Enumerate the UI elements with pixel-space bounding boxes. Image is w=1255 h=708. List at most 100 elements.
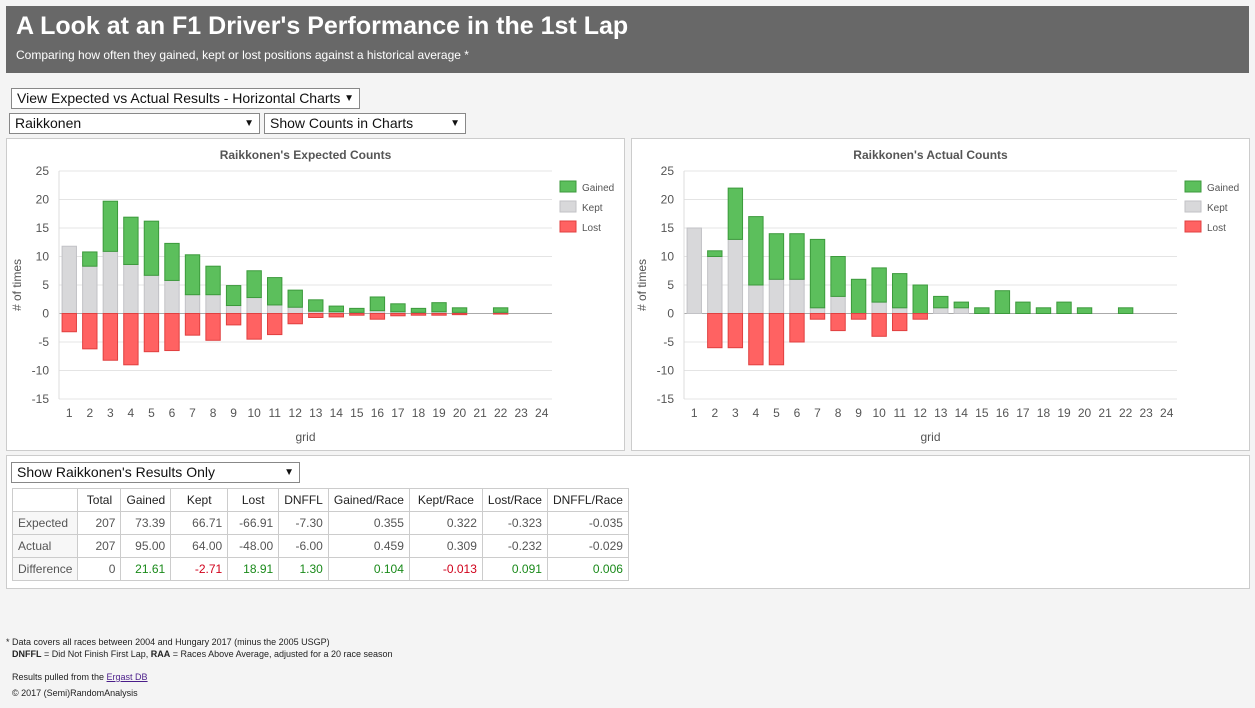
x-tick-label: 2 [711, 406, 718, 420]
bar-gained [809, 238, 826, 309]
x-tick-label: 17 [1016, 406, 1030, 420]
bar-lost [871, 313, 887, 337]
y-tick-label: 15 [661, 221, 675, 235]
table-cell: 0.091 [481, 557, 548, 581]
bar-gained [933, 295, 949, 309]
bar-lost [390, 313, 406, 317]
table-cell: -0.013 [408, 557, 483, 581]
table-cell: 0.104 [327, 557, 410, 581]
bar-gained [789, 233, 805, 280]
row-label: Difference [11, 557, 79, 581]
x-tick-label: 19 [1057, 406, 1071, 420]
bar-gained [451, 307, 468, 313]
bar-gained [727, 187, 744, 240]
row-label: Expected [11, 511, 79, 535]
y-tick-label: -10 [32, 364, 50, 378]
bar-kept [164, 279, 180, 315]
bar-kept [266, 304, 283, 314]
bar-lost [164, 313, 180, 352]
legend-label-lost: Lost [582, 223, 601, 234]
bar-lost [850, 313, 867, 320]
results-table: Total Gained Kept Lost DNFFL Gained/Race Kept/… [11, 488, 629, 581]
bar-lost [328, 313, 345, 318]
x-tick-label: 9 [855, 406, 862, 420]
bar-lost [123, 313, 139, 366]
table-cell: 0.309 [408, 534, 483, 558]
table-header-cell: Gained [120, 488, 172, 512]
table-header-cell: Kept [170, 488, 229, 512]
x-tick-label: 7 [189, 406, 196, 420]
bar-lost [266, 313, 283, 336]
driver-select[interactable]: Raikkonen ▼ [9, 113, 260, 134]
bar-gained [431, 302, 447, 313]
table-cell: -7.30 [278, 511, 329, 535]
table-header-cell: Kept/Race [408, 488, 483, 512]
bar-kept [768, 278, 785, 315]
table-cell: 95.00 [120, 534, 172, 558]
table-cell: -0.029 [546, 534, 629, 558]
legend-swatch-gained [1184, 180, 1202, 193]
x-tick-label: 17 [391, 406, 405, 420]
x-tick-label: 20 [1078, 406, 1092, 420]
bar-kept [789, 278, 805, 315]
table-cell: 18.91 [227, 557, 280, 581]
bar-gained [492, 307, 509, 313]
x-tick-label: 16 [996, 406, 1010, 420]
mode-select[interactable]: Show Counts in Charts ▼ [264, 113, 466, 134]
page-title: A Look at an F1 Driver's Performance in … [16, 12, 629, 40]
bar-lost [410, 313, 427, 316]
bar-gained [850, 278, 867, 315]
bar-lost [82, 313, 98, 350]
bar-gained [974, 307, 990, 315]
bar-kept [727, 238, 744, 314]
x-axis-label: grid [295, 430, 315, 444]
footnote-copyright: © 2017 (Semi)RandomAnalysis [12, 688, 138, 698]
table-row: Actual 207 95.00 64.00 -48.00 -6.00 0.459 0.309… [11, 534, 629, 558]
table-header-row: Total Gained Kept Lost DNFFL Gained/Race Kept/… [11, 488, 629, 512]
y-tick-label: 10 [36, 250, 50, 264]
bar-gained [1035, 307, 1052, 315]
results-select[interactable]: Show Raikkonen's Results Only ▼ [11, 462, 300, 483]
table-cell: 0.322 [408, 511, 483, 535]
x-tick-label: 21 [1098, 406, 1112, 420]
bar-lost [184, 313, 201, 336]
y-tick-label: -15 [32, 392, 50, 406]
ergast-db-link[interactable]: Ergast DB [107, 672, 148, 682]
view-select-value: View Expected vs Actual Results - Horizo… [17, 90, 341, 106]
mode-select-value: Show Counts in Charts [270, 115, 414, 131]
x-tick-label: 2 [86, 406, 93, 420]
bar-gained [1015, 301, 1031, 315]
x-tick-label: 5 [773, 406, 780, 420]
bar-lost [707, 313, 723, 349]
y-tick-label: -5 [38, 335, 49, 349]
x-tick-label: 13 [309, 406, 323, 420]
y-tick-label: 20 [36, 193, 50, 207]
bar-lost [451, 313, 468, 316]
bar-gained [830, 256, 846, 297]
x-tick-label: 8 [210, 406, 217, 420]
y-tick-label: 10 [661, 250, 675, 264]
actual-chart-panel: Raikkonen's Actual Counts 25 20 15 10 5 0 -5 -10… [631, 138, 1250, 451]
y-tick-label: 0 [667, 307, 674, 321]
x-tick-label: 15 [350, 406, 364, 420]
bar-lost [727, 313, 744, 349]
bar-lost [61, 313, 77, 333]
bar-kept [830, 295, 846, 314]
y-tick-label: 25 [36, 164, 50, 178]
bar-lost [205, 313, 221, 341]
bar-gained [328, 305, 345, 313]
bar-lost [225, 313, 242, 326]
x-tick-label: 1 [66, 406, 73, 420]
legend-label-kept: Kept [1207, 203, 1228, 214]
x-tick-label: 3 [732, 406, 739, 420]
y-tick-label: -15 [657, 392, 675, 406]
x-tick-label: 24 [535, 406, 549, 420]
bar-kept [871, 301, 887, 315]
bar-lost [768, 313, 785, 366]
view-select[interactable]: View Expected vs Actual Results - Horizo… [11, 88, 360, 109]
dropdown-arrow-icon: ▼ [450, 118, 460, 129]
dnffl-term: DNFFL [12, 649, 42, 659]
bar-kept [686, 227, 702, 314]
legend-swatch-gained [559, 180, 577, 193]
x-tick-label: 4 [753, 406, 760, 420]
